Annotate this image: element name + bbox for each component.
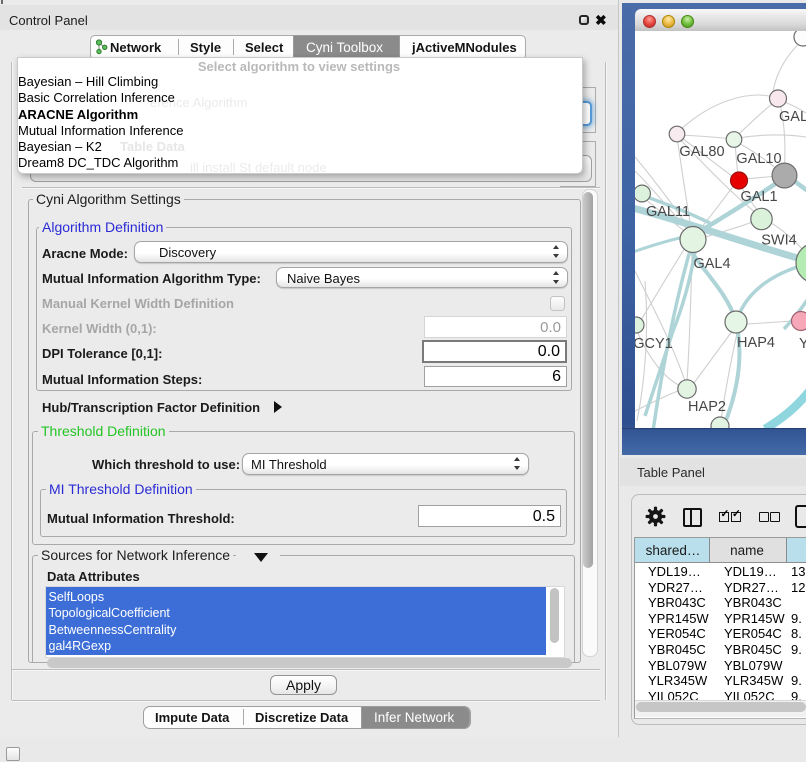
svg-text:GAL10: GAL10 — [736, 151, 781, 167]
svg-text:GAL4: GAL4 — [693, 256, 730, 272]
svg-text:HAP4: HAP4 — [737, 335, 775, 351]
svg-text:GCY1: GCY1 — [635, 336, 673, 352]
svg-text:GAL1: GAL1 — [740, 189, 777, 205]
svg-text:YJ: YJ — [799, 336, 806, 352]
svg-text:GAL7: GAL7 — [779, 109, 806, 125]
svg-text:SWI4: SWI4 — [761, 233, 796, 249]
svg-text:GAL11: GAL11 — [646, 204, 690, 220]
svg-text:GAL80: GAL80 — [679, 144, 724, 160]
svg-text:HAP2: HAP2 — [688, 399, 726, 415]
